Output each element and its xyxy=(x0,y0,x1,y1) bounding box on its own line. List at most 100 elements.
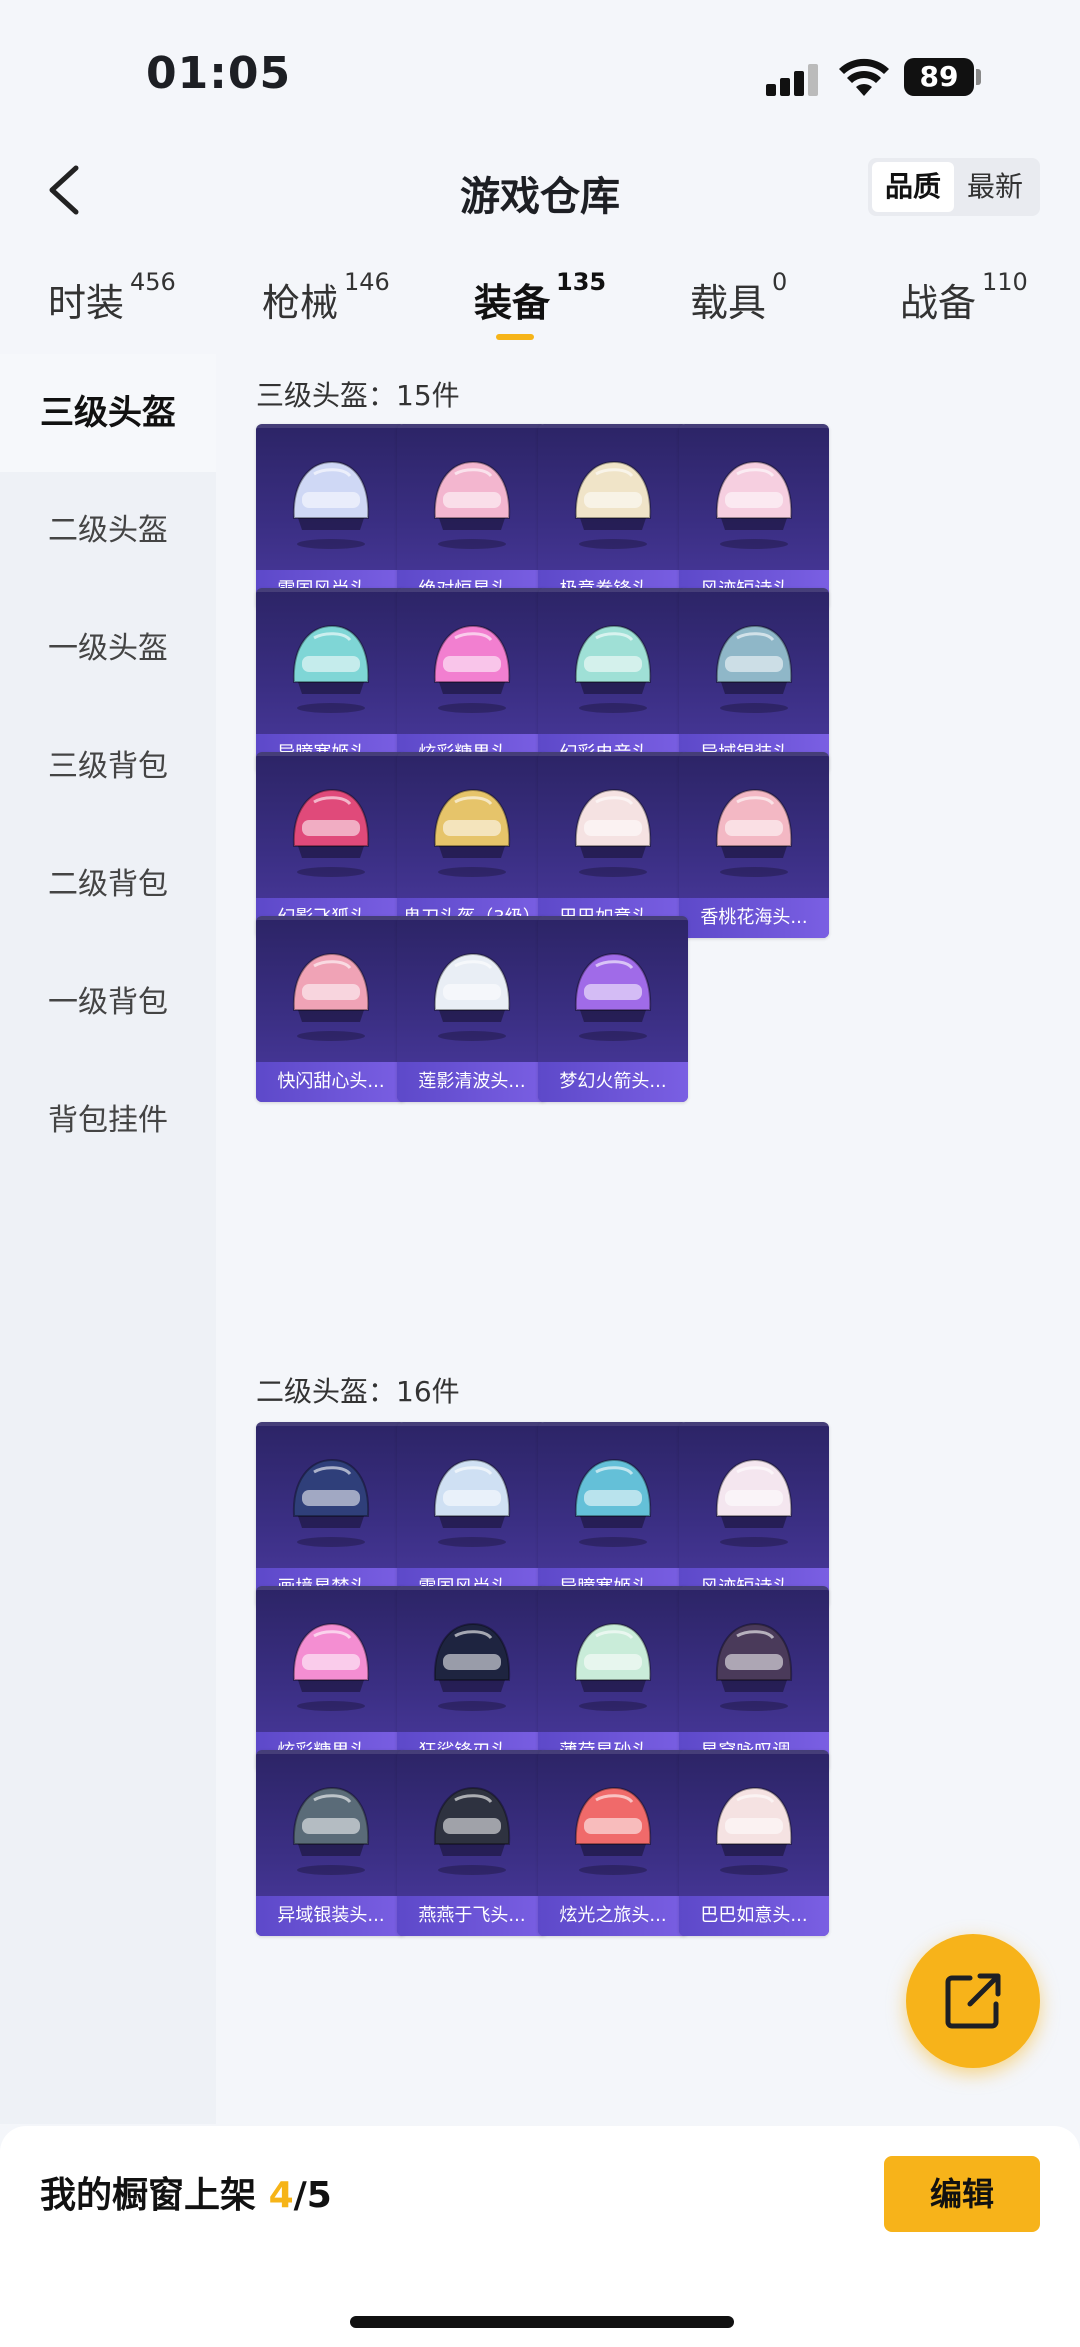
card-top-stripe xyxy=(538,424,688,428)
tab-supplies[interactable]: 战备 110 xyxy=(900,268,1028,327)
item-grid: 三级头盔：15件 雪国风尚头...绝对恒星头...极意拳锋头...风迹短诗头..… xyxy=(216,354,1080,2124)
item-card[interactable]: 星穹咏叹调... xyxy=(679,1586,829,1772)
sidebar-item-level3-backpack[interactable]: 三级背包 xyxy=(0,708,216,826)
tab-equipment[interactable]: 装备 135 xyxy=(474,268,606,327)
card-top-stripe xyxy=(397,588,547,592)
card-top-stripe xyxy=(256,1422,406,1426)
section-title-level3: 三级头盔：15件 xyxy=(256,379,460,412)
card-top-stripe xyxy=(397,1422,547,1426)
card-top-stripe xyxy=(538,752,688,756)
header: 游戏仓库 品质 最新 xyxy=(0,140,1080,250)
card-top-stripe xyxy=(538,916,688,920)
share-icon xyxy=(945,1973,1001,2029)
item-card[interactable]: 巴巴如意头... xyxy=(538,752,688,938)
card-top-stripe xyxy=(679,752,829,756)
card-top-stripe xyxy=(538,1586,688,1590)
battery-icon: 89 xyxy=(904,58,974,96)
item-card[interactable]: 梦幻火箭头... xyxy=(538,916,688,1102)
item-card-label: 巴巴如意头... xyxy=(679,1896,829,1936)
item-card[interactable]: 炫光之旅头... xyxy=(538,1750,688,1936)
item-card[interactable]: 燕燕于飞头... xyxy=(397,1750,547,1936)
helmet-icon xyxy=(574,1622,652,1711)
tab-vehicles[interactable]: 载具 0 xyxy=(690,268,787,327)
item-card[interactable]: 绝对恒星头... xyxy=(397,424,547,610)
item-card[interactable]: 炫彩糖果头... xyxy=(256,1586,406,1772)
item-card-label: 快闪甜心头... xyxy=(256,1062,406,1102)
card-top-stripe xyxy=(679,1750,829,1754)
item-card[interactable]: 幻彩电音头... xyxy=(538,588,688,774)
showcase-label: 我的橱窗上架 xyxy=(40,2175,257,2216)
helmet-icon xyxy=(433,1622,511,1711)
status-time: 01:05 xyxy=(146,48,292,99)
sidebar-item-level1-helmet[interactable]: 一级头盔 xyxy=(0,590,216,708)
item-card[interactable]: 雪国风尚头... xyxy=(397,1422,547,1608)
card-top-stripe xyxy=(679,1422,829,1426)
card-top-stripe xyxy=(397,424,547,428)
item-card[interactable]: 风迹短诗头... xyxy=(679,424,829,610)
item-card[interactable]: 鬼刀头盔（3级） xyxy=(397,752,547,938)
item-card-label: 炫光之旅头... xyxy=(538,1896,688,1936)
card-top-stripe xyxy=(256,424,406,428)
helmet-icon xyxy=(292,788,370,877)
helmet-icon xyxy=(292,460,370,549)
item-card[interactable]: 画境星梦头... xyxy=(256,1422,406,1608)
item-card[interactable]: 异瞳寒姬头... xyxy=(256,588,406,774)
helmet-icon xyxy=(292,624,370,713)
helmet-icon xyxy=(292,1622,370,1711)
tab-active-indicator xyxy=(496,334,534,340)
item-card[interactable]: 莲影清波头... xyxy=(397,916,547,1102)
helmet-icon xyxy=(574,952,652,1041)
card-top-stripe xyxy=(397,1750,547,1754)
item-card[interactable]: 风迹短诗头... xyxy=(679,1422,829,1608)
helmet-icon xyxy=(574,460,652,549)
item-card-label: 燕燕于飞头... xyxy=(397,1896,547,1936)
item-card[interactable]: 异瞳寒姬头... xyxy=(538,1422,688,1608)
helmet-icon xyxy=(574,1458,652,1547)
sidebar-item-level2-backpack[interactable]: 二级背包 xyxy=(0,826,216,944)
helmet-icon xyxy=(715,1458,793,1547)
card-top-stripe xyxy=(679,424,829,428)
sort-newest-button[interactable]: 最新 xyxy=(954,162,1036,212)
helmet-icon xyxy=(715,788,793,877)
tab-guns[interactable]: 枪械 146 xyxy=(262,268,390,327)
share-button[interactable] xyxy=(906,1934,1040,2068)
item-card-label: 莲影清波头... xyxy=(397,1062,547,1102)
item-card[interactable]: 异域银装头... xyxy=(256,1750,406,1936)
sidebar-item-backpack-pendant[interactable]: 背包挂件 xyxy=(0,1062,216,1180)
item-card[interactable]: 雪国风尚头... xyxy=(256,424,406,610)
showcase-total: /5 xyxy=(293,2175,332,2216)
helmet-icon xyxy=(574,624,652,713)
sort-quality-button[interactable]: 品质 xyxy=(872,162,954,212)
item-card[interactable]: 极意拳锋头... xyxy=(538,424,688,610)
card-top-stripe xyxy=(538,1422,688,1426)
item-card[interactable]: 幻影飞狐头... xyxy=(256,752,406,938)
helmet-icon xyxy=(715,1622,793,1711)
sidebar-item-level2-helmet[interactable]: 二级头盔 xyxy=(0,472,216,590)
home-indicator xyxy=(350,2316,734,2328)
edit-button[interactable]: 编辑 xyxy=(884,2156,1040,2232)
helmet-icon xyxy=(292,952,370,1041)
helmet-icon xyxy=(292,1786,370,1875)
helmet-icon xyxy=(433,1786,511,1875)
sort-toggle[interactable]: 品质 最新 xyxy=(868,158,1040,216)
item-card[interactable]: 快闪甜心头... xyxy=(256,916,406,1102)
item-card[interactable]: 巴巴如意头... xyxy=(679,1750,829,1936)
item-card[interactable]: 狂鲨锋刃头... xyxy=(397,1586,547,1772)
card-top-stripe xyxy=(397,752,547,756)
helmet-icon xyxy=(574,1786,652,1875)
item-card[interactable]: 炫彩糖果头... xyxy=(397,588,547,774)
sidebar: 三级头盔 二级头盔 一级头盔 三级背包 二级背包 一级背包 背包挂件 xyxy=(0,354,216,2124)
helmet-icon xyxy=(433,952,511,1041)
item-card[interactable]: 香桃花海头... xyxy=(679,752,829,938)
section-title-level2: 二级头盔：16件 xyxy=(256,1375,460,1408)
item-card[interactable]: 异域银装头... xyxy=(679,588,829,774)
card-top-stripe xyxy=(397,916,547,920)
sidebar-item-level3-helmet[interactable]: 三级头盔 xyxy=(0,354,216,472)
helmet-icon xyxy=(574,788,652,877)
status-bar: 01:05 89 xyxy=(0,0,1080,140)
card-top-stripe xyxy=(538,588,688,592)
card-top-stripe xyxy=(256,752,406,756)
tab-fashion[interactable]: 时装 456 xyxy=(48,268,176,327)
item-card[interactable]: 薄荷星砂头... xyxy=(538,1586,688,1772)
sidebar-item-level1-backpack[interactable]: 一级背包 xyxy=(0,944,216,1062)
